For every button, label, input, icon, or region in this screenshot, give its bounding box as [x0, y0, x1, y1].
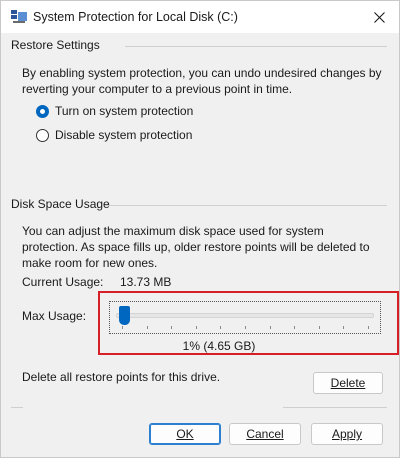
apply-button-label: Apply [331, 427, 363, 441]
slider-tick [343, 326, 345, 329]
slider-tick [269, 326, 271, 329]
system-properties-icon [11, 10, 27, 23]
title-bar: System Protection for Local Disk (C:) [1, 1, 399, 33]
footer-divider-right [283, 407, 387, 408]
ok-button-label: OK [176, 427, 194, 441]
disable-protection-radio[interactable]: Disable system protection [36, 128, 192, 142]
current-usage-value: 13.73 MB [120, 275, 172, 289]
radio-unchecked-icon [36, 128, 49, 142]
disable-protection-label: Disable system protection [55, 128, 193, 142]
max-usage-slider[interactable] [109, 301, 381, 334]
disk-space-description: You can adjust the maximum disk space us… [22, 224, 370, 270]
slider-tick [146, 326, 148, 329]
turn-on-protection-label: Turn on system protection [55, 104, 194, 118]
cancel-button-label: Cancel [246, 427, 284, 441]
disk-space-divider [105, 205, 387, 206]
slider-track [116, 313, 374, 318]
slider-tick [318, 326, 320, 329]
max-usage-label: Max Usage: [22, 309, 86, 323]
footer-divider-left [11, 407, 23, 408]
slider-thumb[interactable] [119, 306, 131, 325]
restore-settings-description: By enabling system protection, you can u… [22, 66, 382, 96]
max-usage-value: 1% (4.65 GB) [182, 339, 256, 353]
restore-settings-header: Restore Settings [11, 38, 100, 52]
cancel-button[interactable]: Cancel [229, 423, 301, 445]
apply-button[interactable]: Apply [311, 423, 383, 445]
max-usage-label-text: Max Usage: [22, 309, 87, 323]
radio-checked-icon [36, 104, 49, 118]
restore-settings-divider [125, 46, 387, 47]
slider-tick [171, 326, 173, 329]
ok-button[interactable]: OK [149, 423, 221, 445]
window-title: System Protection for Local Disk (C:) [33, 10, 238, 24]
close-button[interactable] [359, 1, 399, 33]
delete-button[interactable]: Delete [313, 372, 383, 394]
slider-tick [195, 326, 197, 329]
delete-restore-points-text: Delete all restore points for this drive… [22, 370, 221, 384]
slider-tick [368, 326, 369, 329]
slider-tick [220, 326, 222, 329]
close-icon [373, 11, 385, 23]
turn-on-protection-radio[interactable]: Turn on system protection [36, 104, 193, 118]
slider-tick [245, 326, 246, 329]
slider-tick [294, 326, 296, 329]
delete-button-label: Delete [330, 376, 366, 390]
disk-space-header: Disk Space Usage [11, 197, 110, 211]
system-protection-dialog: System Protection for Local Disk (C:) Re… [0, 0, 400, 458]
current-usage-label: Current Usage: [22, 275, 104, 289]
slider-tick [122, 326, 123, 329]
